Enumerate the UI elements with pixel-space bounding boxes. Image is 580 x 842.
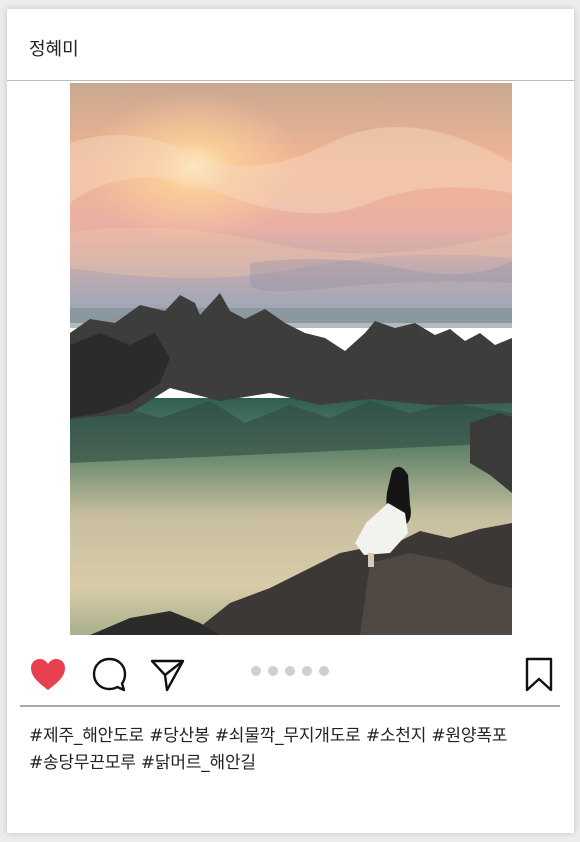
action-bar	[7, 651, 574, 703]
caption-hashtags-line-1[interactable]: #제주_해안도로 #당산봉 #쇠물깍_무지개도로 #소천지 #원양폭포	[29, 723, 559, 750]
carousel-dot[interactable]	[319, 666, 329, 676]
heart-icon[interactable]	[29, 657, 67, 693]
send-icon[interactable]	[149, 656, 186, 693]
username[interactable]: 정혜미	[29, 35, 79, 61]
post-card: 정혜미 #제주_해안도로 #당산봉 #쇠물깍_무지개도로 #소천지 #원양폭포 …	[7, 9, 574, 833]
post-photo[interactable]	[70, 83, 512, 635]
caption-hashtags-line-2[interactable]: #송당무끈모루 #닭머르_해안길	[29, 750, 559, 777]
photo-illustration	[70, 83, 512, 635]
carousel-indicator	[251, 666, 329, 678]
carousel-dot[interactable]	[268, 666, 278, 676]
bookmark-icon[interactable]	[524, 657, 554, 693]
divider	[20, 705, 560, 707]
carousel-dot[interactable]	[285, 666, 295, 676]
carousel-dot[interactable]	[302, 666, 312, 676]
post-header: 정혜미	[7, 9, 574, 81]
post-caption: #제주_해안도로 #당산봉 #쇠물깍_무지개도로 #소천지 #원양폭포 #송당무…	[29, 723, 559, 777]
comment-icon[interactable]	[91, 656, 128, 693]
carousel-dot[interactable]	[251, 666, 261, 676]
